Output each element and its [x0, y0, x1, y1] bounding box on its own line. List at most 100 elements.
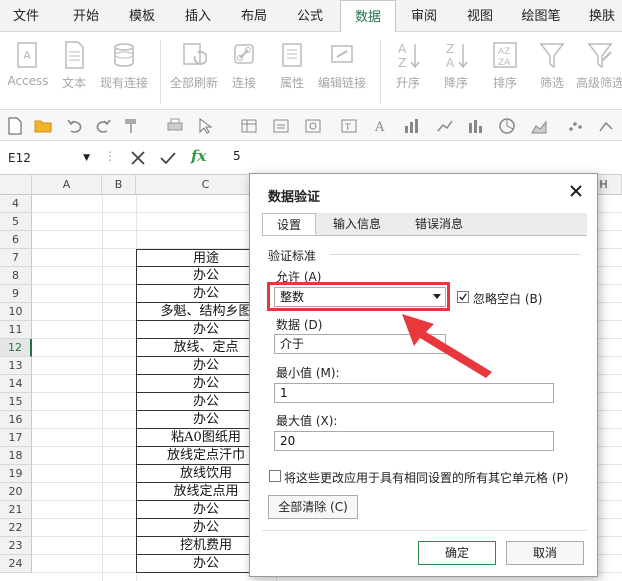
- edit-link-button[interactable]: 编辑链接: [312, 38, 372, 104]
- tab-layout[interactable]: 布局: [232, 0, 276, 32]
- connection-link-icon: [234, 44, 254, 64]
- insert-function-icon[interactable]: fx: [191, 147, 206, 165]
- format-painter-icon[interactable]: [122, 117, 140, 135]
- row-header[interactable]: 12: [0, 339, 32, 357]
- shapes-icon[interactable]: [272, 117, 290, 135]
- name-box-value: E12: [8, 151, 31, 165]
- row-header[interactable]: 16: [0, 411, 32, 429]
- row-header[interactable]: 10: [0, 303, 32, 321]
- row-header[interactable]: 17: [0, 429, 32, 447]
- redo-icon[interactable]: [94, 117, 112, 135]
- row-header[interactable]: 13: [0, 357, 32, 375]
- column-header-b[interactable]: B: [102, 175, 136, 195]
- tab-insert[interactable]: 插入: [176, 0, 220, 32]
- dialog-title: 数据验证: [268, 190, 321, 205]
- open-folder-icon[interactable]: [34, 117, 52, 135]
- bar-chart-icon[interactable]: [466, 117, 484, 135]
- more-chart-icon[interactable]: [598, 117, 616, 135]
- chevron-down-icon: [433, 341, 441, 346]
- undo-icon[interactable]: [66, 117, 84, 135]
- row-header[interactable]: 23: [0, 537, 32, 555]
- apply-all-checkbox[interactable]: [269, 470, 281, 482]
- svg-text:A: A: [398, 42, 407, 56]
- data-select-value: 介于: [280, 337, 305, 351]
- tab-review[interactable]: 审阅: [402, 0, 446, 32]
- pie-chart-icon[interactable]: [498, 117, 516, 135]
- data-select[interactable]: 介于: [274, 334, 446, 354]
- svg-text:A: A: [446, 56, 455, 70]
- quick-access-toolbar: T A: [0, 111, 622, 141]
- chart-icon[interactable]: [402, 117, 420, 135]
- ok-button[interactable]: 确定: [418, 541, 496, 565]
- existing-connection-label: 现有连接: [99, 76, 148, 90]
- tab-skin[interactable]: 换肤: [580, 0, 622, 32]
- row-header[interactable]: 8: [0, 267, 32, 285]
- svg-text:A: A: [23, 49, 31, 62]
- tab-template[interactable]: 模板: [120, 0, 164, 32]
- tab-file[interactable]: 文件: [4, 0, 48, 32]
- refresh-all-icon: [183, 43, 207, 65]
- ignore-blank-label: 忽略空白 (B): [473, 292, 543, 306]
- row-header[interactable]: 11: [0, 321, 32, 339]
- textbox-icon[interactable]: T: [340, 117, 358, 135]
- row-header[interactable]: 21: [0, 501, 32, 519]
- tab-formula[interactable]: 公式: [288, 0, 332, 32]
- row-header[interactable]: 5: [0, 213, 32, 231]
- table-icon[interactable]: [240, 117, 258, 135]
- existing-connection-button[interactable]: 现有连接: [94, 38, 154, 104]
- clear-all-button[interactable]: 全部清除 (C): [268, 495, 358, 519]
- tab-settings[interactable]: 设置: [262, 213, 316, 235]
- access-db-icon: A: [17, 42, 37, 68]
- svg-text:A: A: [374, 120, 385, 135]
- cancel-button[interactable]: 取消: [506, 541, 584, 565]
- column-header-a[interactable]: A: [32, 175, 102, 195]
- formula-input[interactable]: 5: [233, 149, 241, 163]
- row-header[interactable]: 22: [0, 519, 32, 537]
- name-box-dropdown-icon[interactable]: ▼: [83, 148, 90, 168]
- cancel-edit-icon[interactable]: [130, 150, 146, 166]
- scatter-chart-icon[interactable]: [566, 117, 584, 135]
- row-header[interactable]: 14: [0, 375, 32, 393]
- select-all-corner[interactable]: [0, 175, 32, 195]
- row-header[interactable]: 18: [0, 447, 32, 465]
- maximum-input[interactable]: 20: [274, 431, 554, 451]
- ribbon-data-panel: A Access 文本 现有连接 全部刷新 ▼ 连接 属性 编辑链接 AZ 升序…: [0, 32, 622, 129]
- tab-home[interactable]: 开始: [64, 0, 108, 32]
- ribbon-separator: [160, 40, 161, 104]
- tab-input-message[interactable]: 输入信息: [320, 213, 394, 235]
- name-box[interactable]: E12 ▼: [8, 148, 94, 168]
- column-gridline: [102, 195, 103, 581]
- line-chart-icon[interactable]: [436, 117, 454, 135]
- tab-pen[interactable]: 绘图笔: [514, 0, 568, 32]
- pointer-icon[interactable]: [196, 117, 214, 135]
- svg-text:ZA: ZA: [498, 58, 511, 68]
- minimum-input[interactable]: 1: [274, 383, 554, 403]
- advanced-filter-icon: [587, 43, 613, 69]
- row-header[interactable]: 4: [0, 195, 32, 213]
- maximum-label: 最大值 (X):: [276, 414, 338, 428]
- apply-all-label: 将这些更改应用于具有相同设置的所有其它单元格 (P): [284, 471, 569, 485]
- tab-view[interactable]: 视图: [458, 0, 502, 32]
- new-document-icon[interactable]: [6, 117, 24, 135]
- text-file-icon: [65, 41, 84, 69]
- filter-icon: [539, 43, 565, 69]
- print-icon[interactable]: [166, 117, 184, 135]
- confirm-edit-icon[interactable]: [160, 150, 176, 166]
- row-header[interactable]: 20: [0, 483, 32, 501]
- advanced-filter-button[interactable]: 高级筛选: [572, 38, 622, 104]
- close-icon[interactable]: [567, 182, 585, 200]
- area-chart-icon[interactable]: [530, 117, 548, 135]
- tab-data[interactable]: 数据: [340, 0, 396, 33]
- ignore-blank-checkbox[interactable]: [457, 291, 469, 303]
- tab-error-alert[interactable]: 错误消息: [400, 213, 478, 235]
- row-header[interactable]: 19: [0, 465, 32, 483]
- wordart-icon[interactable]: A: [372, 117, 390, 135]
- row-header[interactable]: 15: [0, 393, 32, 411]
- row-header[interactable]: 24: [0, 555, 32, 573]
- picture-icon[interactable]: [304, 117, 322, 135]
- criteria-section-label: 验证标准: [268, 249, 317, 263]
- edit-link-label: 编辑链接: [317, 76, 366, 90]
- row-header[interactable]: 9: [0, 285, 32, 303]
- row-header[interactable]: 6: [0, 231, 32, 249]
- row-header[interactable]: 7: [0, 249, 32, 267]
